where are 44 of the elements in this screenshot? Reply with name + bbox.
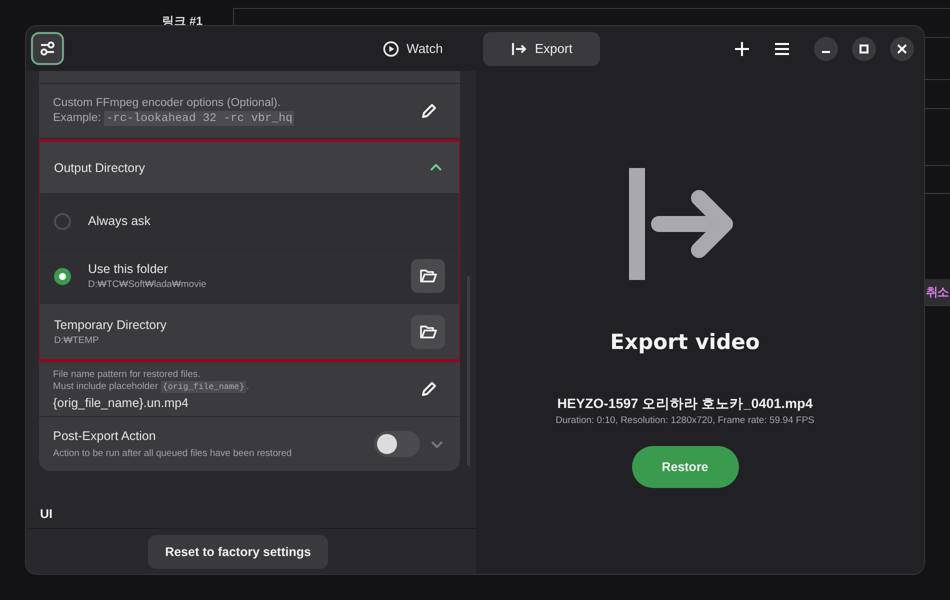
cancel-button[interactable]: 취소 <box>924 279 950 305</box>
tab[interactable]: Export <box>482 32 600 66</box>
option-label: Always ask <box>88 214 152 228</box>
setting-title: Post-Export Action <box>53 429 157 443</box>
description-text: File name pattern for restored files. <box>53 368 202 380</box>
close-icon <box>897 44 907 54</box>
toggle-switch[interactable] <box>374 431 420 457</box>
option-label: Use this folder <box>88 262 169 276</box>
settings-button[interactable] <box>31 32 64 65</box>
folder-path: D:₩TEMP <box>54 334 100 346</box>
folder-icon <box>419 322 437 340</box>
plus-icon <box>734 40 750 56</box>
pencil-icon <box>420 102 438 120</box>
tab[interactable]: Watch <box>354 32 471 66</box>
radio-button[interactable] <box>54 212 71 230</box>
menu-button[interactable] <box>774 40 790 56</box>
close-button[interactable] <box>890 36 914 60</box>
maximize-button[interactable] <box>852 36 876 60</box>
description-text: Must include placeholder {orig_file_name} . <box>53 380 250 392</box>
section-heading: UI <box>40 507 54 521</box>
description-text: Action to be run after all queued files have been restored <box>53 448 293 459</box>
setting-title: Temporary Directory <box>54 318 168 332</box>
reset-button[interactable]: Reset to factory settings <box>148 534 328 568</box>
value-text: {orig_file_name}.un.mp4 <box>53 396 190 410</box>
group-title: Output Directory <box>54 160 146 174</box>
menu-icon <box>774 40 790 56</box>
play-icon <box>382 40 399 56</box>
maximize-icon <box>859 44 869 54</box>
add-button[interactable] <box>734 40 750 56</box>
sliders-icon <box>39 40 56 57</box>
browse-button[interactable] <box>411 314 445 348</box>
folder-path: D:₩TC₩Soft₩lada₩movie <box>88 279 208 290</box>
folder-icon <box>419 267 437 285</box>
file-name: HEYZO-1597 오리하라 호노카_0401.mp4 <box>557 395 813 413</box>
browse-button[interactable] <box>411 259 445 293</box>
pencil-icon <box>420 380 438 398</box>
description-text: Custom FFmpeg encoder options (Optional). <box>53 97 282 109</box>
minimize-button[interactable] <box>814 36 838 60</box>
page-title: Export video <box>610 330 760 354</box>
radio-button[interactable] <box>54 268 71 284</box>
export-icon <box>510 40 527 56</box>
minimize-icon <box>822 50 830 52</box>
description-text: Example: -rc-lookahead 32 -rc vbr_hq <box>53 112 296 125</box>
file-details: Duration: 0:10, Resolution: 1280x720, Frame rate: 59.94 FPS <box>556 415 814 426</box>
